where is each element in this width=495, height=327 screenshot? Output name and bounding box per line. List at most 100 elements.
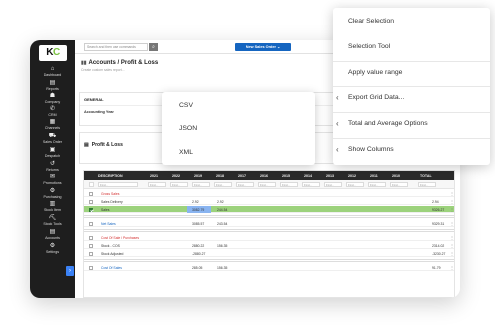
row-menu-icon[interactable]: ⋮	[450, 199, 454, 204]
sidebar-collapse-icon[interactable]: ›	[66, 266, 74, 276]
sidebar-item-company[interactable]: ☗ Company	[30, 93, 75, 104]
table-row[interactable]: Cost Of Sale / Purchases ⋮	[84, 234, 454, 241]
menu-item-export-grid-data[interactable]: Export Grid Data...	[348, 94, 404, 101]
column-filter-input[interactable]: Find...	[214, 182, 232, 187]
sidebar-item-purchasing[interactable]: ⚙ Purchasing	[30, 188, 75, 199]
menu-item-show-columns[interactable]: Show Columns	[348, 146, 394, 153]
table-row[interactable]: Cost Of Sales 285.05 156.35 91.79 ⋮	[84, 264, 454, 271]
cell-2022: 3082.79	[192, 208, 205, 212]
column-filter-input[interactable]: Find...	[302, 182, 320, 187]
table-row[interactable]: Gross Sales ⋮	[84, 190, 454, 197]
row-menu-icon[interactable]: ⋮	[450, 235, 454, 240]
row-menu-icon[interactable]: ⋮	[450, 207, 454, 212]
cell-2022: -2880.27	[192, 252, 206, 256]
column-filter-input[interactable]: Find...	[236, 182, 254, 187]
sidebar-item-channels[interactable]: ▦ Channels	[30, 119, 75, 130]
column-header[interactable]: 2022	[172, 174, 180, 178]
report-icon: ▤	[49, 80, 56, 86]
column-filter-input[interactable]: Find...	[418, 182, 436, 187]
export-csv-option[interactable]: CSV	[179, 102, 193, 109]
column-header[interactable]: 2021	[150, 174, 158, 178]
cell-total: 91.79	[432, 266, 441, 270]
row-menu-icon[interactable]: ⋮	[450, 243, 454, 248]
menu-item-total-and-average-options[interactable]: Total and Average Options	[348, 120, 428, 127]
sidebar-item-promotions[interactable]: ✉ Promotions	[30, 174, 75, 185]
column-header[interactable]: 2018	[216, 174, 224, 178]
row-menu-icon[interactable]: ⋮	[450, 221, 454, 226]
row-separator	[84, 229, 454, 232]
new-sales-order-button[interactable]: New Sales Order ⌄	[235, 43, 291, 51]
table-row[interactable]: Stock Adjusted -2880.27 -3230.27 ⋮	[84, 250, 454, 257]
table-row[interactable]: Sales 3082.79 244.54 9326.27 ⋮	[84, 206, 454, 213]
column-header[interactable]: 2012	[348, 174, 356, 178]
row-checkbox[interactable]	[89, 207, 93, 212]
export-json-option[interactable]: JSON	[179, 125, 197, 132]
column-header[interactable]: DESCRIPTION	[98, 174, 123, 178]
select-all-checkbox[interactable]	[89, 182, 94, 187]
sidebar-item-despatch[interactable]: ▣ Despatch	[30, 147, 75, 158]
menu-item-apply-value-range[interactable]: Apply value range	[348, 69, 402, 76]
profit-loss-heading: ▤ Profit & Loss	[84, 142, 123, 148]
column-filter-input[interactable]: Find...	[148, 182, 166, 187]
sidebar-item-stock-item[interactable]: ▥ Stock Item	[30, 201, 75, 212]
row-description: Cost Of Sales	[101, 266, 122, 270]
column-filter-input[interactable]: Find...	[192, 182, 210, 187]
row-checkbox[interactable]	[89, 243, 93, 248]
export-xml-option[interactable]: XML	[179, 149, 193, 156]
accounts-icon: ▤	[49, 229, 56, 235]
row-menu-icon[interactable]: ⋮	[450, 251, 454, 256]
column-header[interactable]: 2014	[304, 174, 312, 178]
column-filter-input[interactable]: Find...	[280, 182, 298, 187]
sidebar-item-settings[interactable]: ⚙ Settings	[30, 243, 75, 254]
row-checkbox[interactable]	[89, 235, 93, 240]
cell-total: 2.94	[432, 200, 439, 204]
row-description: Net Sales	[101, 222, 116, 226]
column-filter-input[interactable]: Find...	[346, 182, 364, 187]
table-row[interactable]: Net Sales 3085.57 243.54 9329.31 ⋮	[84, 220, 454, 227]
column-filter-input[interactable]: Find...	[390, 182, 408, 187]
column-filter-input[interactable]: Find...	[368, 182, 386, 187]
row-checkbox[interactable]	[89, 191, 93, 196]
column-header[interactable]: 2016	[260, 174, 268, 178]
table-row[interactable]: Stock - COS 2880.22 156.35 2314.02 ⋮	[84, 242, 454, 249]
row-description: Stock Adjusted	[101, 252, 124, 256]
column-filter-input[interactable]: Find...	[324, 182, 342, 187]
search-icon[interactable]: ⌕	[149, 43, 158, 51]
sidebar-item-label: Stock Tools	[43, 222, 62, 226]
column-filter-input[interactable]: Find...	[258, 182, 276, 187]
returns-icon: ↺	[49, 161, 56, 167]
sidebar-item-reports[interactable]: ▤ Reports	[30, 80, 75, 91]
menu-item-clear-selection[interactable]: Clear Selection	[348, 18, 394, 25]
table-row[interactable]: Sales Delivery 2.92 2.92 2.94 ⋮	[84, 198, 454, 205]
column-filter-input[interactable]: Find...	[98, 182, 138, 187]
column-filter-input[interactable]: Find...	[170, 182, 188, 187]
cell-2019: 156.35	[217, 266, 228, 270]
sidebar-item-dashboard[interactable]: ⌂ Dashboard	[30, 66, 75, 77]
column-header[interactable]: 2015	[282, 174, 290, 178]
sidebar-item-label: Stock Item	[44, 208, 61, 212]
row-description: Stock - COS	[101, 244, 120, 248]
sidebar-item-returns[interactable]: ↺ Returns	[30, 161, 75, 172]
sidebar-item-sales-order[interactable]: ⛟ Sales Order	[30, 133, 75, 144]
sidebar-item-accounts[interactable]: ▤ Accounts	[30, 229, 75, 240]
row-menu-icon[interactable]: ⋮	[450, 265, 454, 270]
row-checkbox[interactable]	[89, 221, 93, 226]
row-menu-icon[interactable]: ⋮	[450, 191, 454, 196]
row-checkbox[interactable]	[89, 265, 93, 270]
row-checkbox[interactable]	[89, 199, 93, 204]
column-header[interactable]: 2019	[194, 174, 202, 178]
search-input[interactable]: Search and then use commands	[84, 43, 148, 51]
cell-2022: 3085.57	[192, 222, 205, 226]
grid-header: DESCRIPTION 2021 2022 2019 2018 2017 2016 2015 2…	[84, 171, 454, 180]
column-header[interactable]: 2011	[370, 174, 378, 178]
stock-item-icon: ▥	[49, 201, 56, 207]
column-header[interactable]: TOTAL	[420, 174, 432, 178]
sidebar-item-crm[interactable]: ✆ CRM	[30, 106, 75, 117]
menu-item-selection-tool[interactable]: Selection Tool	[348, 43, 390, 50]
column-header[interactable]: 2013	[326, 174, 334, 178]
column-header[interactable]: 2010	[392, 174, 400, 178]
row-checkbox[interactable]	[89, 251, 93, 256]
sidebar-item-stock-tools[interactable]: ⛏ Stock Tools	[30, 215, 75, 226]
column-header[interactable]: 2017	[238, 174, 246, 178]
logo-c: C	[53, 47, 60, 58]
